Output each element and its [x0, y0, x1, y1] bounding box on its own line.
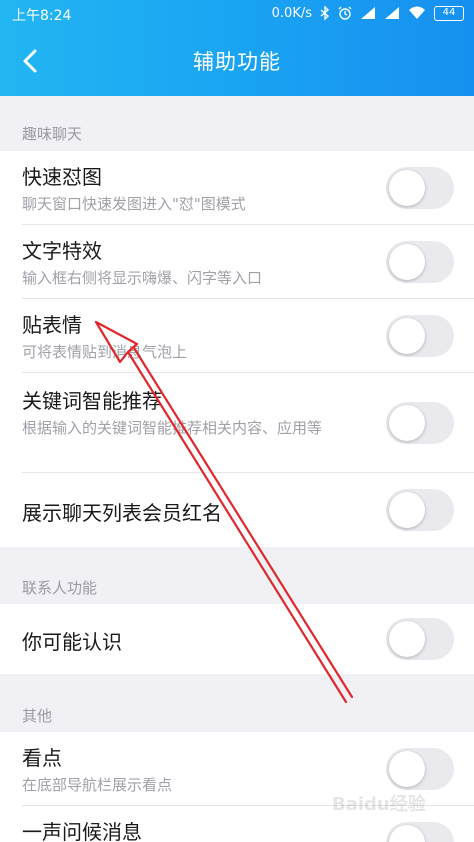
setting-row-vip-red-name[interactable]: 展示聊天列表会员红名: [0, 473, 474, 547]
section-title-other: 其他: [22, 707, 53, 725]
watermark: Baidu经验: [332, 794, 426, 815]
setting-label: 关键词智能推荐: [22, 389, 162, 413]
toggle-switch[interactable]: [386, 489, 454, 531]
setting-description: 输入框右侧将显示嗨爆、闪字等入口: [22, 269, 263, 287]
setting-description: 聊天窗口快速发图进入"怼"图模式: [22, 195, 246, 213]
setting-label: 贴表情: [22, 313, 82, 337]
setting-label: 快速怼图: [22, 165, 102, 189]
toggle-knob: [389, 170, 425, 206]
setting-row-may-know[interactable]: 你可能认识: [0, 604, 474, 674]
page-title: 辅助功能: [193, 50, 281, 74]
toggle-knob: [389, 244, 425, 280]
section-title-fun-chat: 趣味聊天: [22, 125, 83, 143]
nav-bar: 辅助功能: [0, 26, 474, 96]
setting-description: 在底部导航栏展示看点: [22, 776, 173, 794]
toggle-switch[interactable]: [386, 402, 454, 444]
toggle-switch[interactable]: [386, 315, 454, 357]
toggle-knob: [389, 405, 425, 441]
setting-label: 看点: [22, 746, 62, 770]
toggle-switch[interactable]: [386, 241, 454, 283]
signal-icon: [361, 7, 375, 19]
setting-label: 你可能认识: [22, 630, 122, 654]
signal-icon-2: [385, 7, 399, 19]
setting-row-sticker[interactable]: 贴表情 可将表情贴到消息气泡上: [0, 299, 474, 373]
toggle-knob: [389, 825, 425, 842]
app-header: 上午8:24 0.0K/s 44 辅助功能: [0, 0, 474, 96]
setting-row-keyword-recommend[interactable]: 关键词智能推荐 根据输入的关键词智能推荐相关内容、应用等: [0, 373, 474, 473]
alarm-icon: [338, 6, 352, 20]
wifi-icon: [409, 6, 425, 19]
bluetooth-icon: [320, 6, 330, 20]
toggle-knob: [389, 318, 425, 354]
toggle-switch[interactable]: [386, 748, 454, 790]
setting-row-text-effects[interactable]: 文字特效 输入框右侧将显示嗨爆、闪字等入口: [0, 225, 474, 299]
setting-description: 可将表情贴到消息气泡上: [22, 343, 188, 361]
network-speed: 0.0K/s: [271, 5, 312, 21]
toggle-switch[interactable]: [386, 167, 454, 209]
toggle-switch[interactable]: [386, 618, 454, 660]
section-title-contacts: 联系人功能: [22, 579, 98, 597]
setting-row-quick-image[interactable]: 快速怼图 聊天窗口快速发图进入"怼"图模式: [0, 151, 474, 225]
status-time: 上午8:24: [12, 8, 72, 24]
status-icons: 0.0K/s 44: [272, 4, 464, 22]
setting-label: 文字特效: [22, 239, 102, 263]
setting-label: 展示聊天列表会员红名: [22, 501, 222, 525]
toggle-knob: [389, 492, 425, 528]
battery-icon: 44: [434, 5, 464, 21]
toggle-switch[interactable]: [386, 822, 454, 842]
setting-description: 根据输入的关键词智能推荐相关内容、应用等: [22, 419, 323, 437]
setting-label: 一声问候消息: [22, 820, 142, 842]
toggle-knob: [389, 621, 425, 657]
status-bar: 上午8:24 0.0K/s 44: [0, 0, 474, 26]
toggle-knob: [389, 751, 425, 787]
